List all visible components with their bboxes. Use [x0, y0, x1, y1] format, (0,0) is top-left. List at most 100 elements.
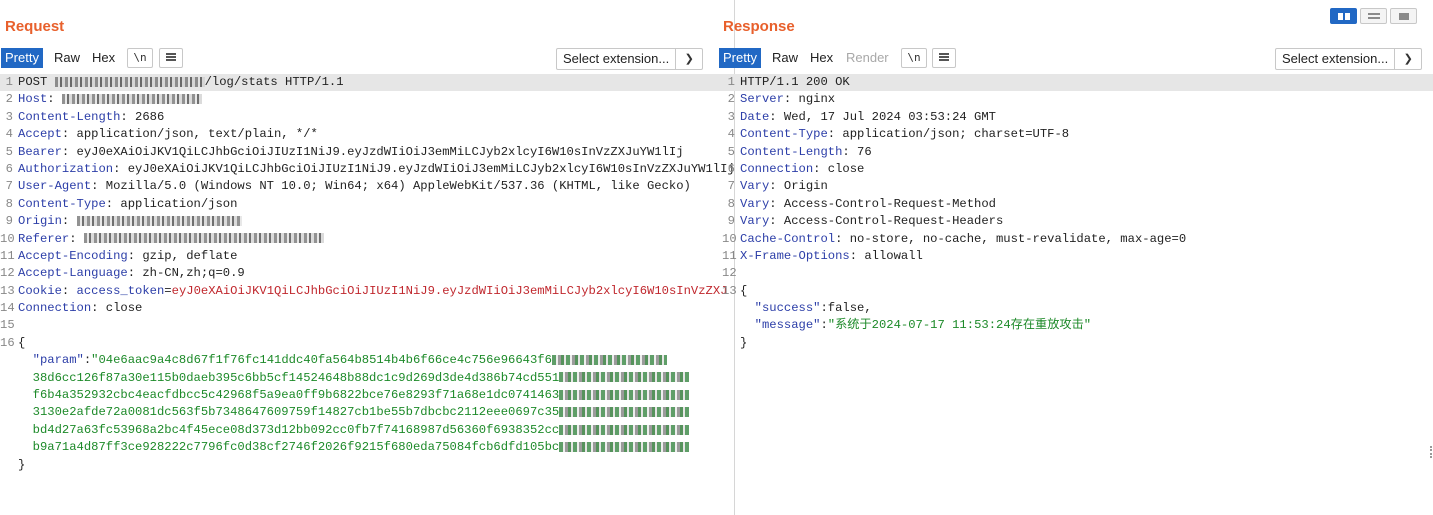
code-token: Host: [18, 92, 48, 107]
code-token: "param": [32, 353, 84, 368]
code-token: Bearer: [18, 144, 62, 159]
line-number: 13: [722, 283, 737, 298]
redacted-text: [559, 389, 690, 400]
code-token: 38d6cc126f87a30e115b0daeb395c6bb5cf14524…: [18, 370, 560, 385]
code-token: : Mozilla/5.0 (Windows NT 10.0; Win64; x…: [91, 179, 691, 194]
code-token: : Origin: [769, 179, 828, 194]
code-line: 5 Content-Length: 76: [722, 144, 1433, 161]
redacted-text: [76, 215, 242, 226]
line-number: 9: [727, 214, 735, 229]
line-number: 6: [727, 161, 735, 176]
line-number: 11: [0, 248, 15, 263]
code-token: {: [18, 335, 26, 350]
code-token: Vary: [740, 196, 770, 211]
code-line: 11 Accept-Encoding: gzip, deflate: [0, 248, 734, 265]
code-token: Connection: [740, 161, 814, 176]
line-number: 4: [727, 127, 735, 142]
response-pane: Response Pretty Raw Hex Render \n Select…: [719, 0, 1433, 515]
code-token: User-Agent: [18, 179, 92, 194]
request-pane: Request Pretty Raw Hex \n Select extensi…: [0, 0, 735, 515]
line-number: 8: [5, 196, 13, 211]
select-extension-label: Select extension...: [1276, 49, 1396, 69]
code-token: : application/json, text/plain, */*: [61, 127, 318, 142]
code-token: : 76: [842, 144, 872, 159]
tab-raw[interactable]: Raw: [50, 48, 84, 68]
code-line: b9a71a4d87ff3ce928222c7796fc0d38cf2746f2…: [0, 439, 734, 456]
code-line: 3 Content-Length: 2686: [0, 109, 734, 126]
resize-grip[interactable]: [1430, 446, 1432, 458]
split-horizontal-icon[interactable]: [1330, 8, 1357, 24]
redacted-text: [559, 372, 690, 383]
menu-button[interactable]: [932, 48, 956, 68]
code-token: Cache-Control: [740, 231, 836, 246]
response-editor[interactable]: 1 HTTP/1.1 200 OK 2 Server: nginx 3 Date: Wed…: [722, 74, 1433, 515]
request-editor[interactable]: 1 POST /log/stats HTTP/1.1 2 Host: 3 Content…: [0, 74, 734, 515]
line-number: 6: [5, 161, 13, 176]
line-number: 10: [0, 231, 15, 246]
code-token: Content-Type: [740, 127, 828, 142]
response-title: Response: [723, 18, 795, 35]
code-token: Accept-Language: [18, 266, 128, 281]
line-number: 15: [0, 318, 15, 333]
tab-pretty[interactable]: Pretty: [1, 48, 43, 68]
menu-icon: [939, 53, 949, 61]
redacted-text: [61, 94, 202, 105]
code-token: : no-store, no-cache, must-revalidate, m…: [835, 231, 1187, 246]
line-number: 9: [5, 214, 13, 229]
code-token: X-Frame-Options: [740, 248, 850, 263]
line-number: 14: [0, 301, 15, 316]
newline-toggle-button[interactable]: \n: [127, 48, 153, 68]
code-line: 38d6cc126f87a30e115b0daeb395c6bb5cf14524…: [0, 370, 734, 387]
code-line: 14 Connection: close: [0, 300, 734, 317]
code-token: Server: [740, 92, 784, 107]
code-token: b9a71a4d87ff3ce928222c7796fc0d38cf2746f2…: [18, 440, 560, 455]
code-token: Content-Type: [18, 196, 106, 211]
tab-raw[interactable]: Raw: [768, 48, 802, 68]
code-line: }: [722, 335, 1433, 352]
tab-hex[interactable]: Hex: [88, 48, 119, 68]
code-line: 12: [722, 265, 1433, 282]
line-number: 2: [727, 92, 735, 107]
code-line: 6 Connection: close: [722, 161, 1433, 178]
code-line: }: [0, 457, 734, 474]
code-token: :: [61, 214, 77, 229]
code-token: eyJ0eXAiOiJKV1QiLCJhbGciOiJIUzI1NiJ9.eyJ…: [171, 283, 728, 298]
newline-toggle-button[interactable]: \n: [901, 48, 927, 68]
select-extension-dropdown[interactable]: Select extension... ❯: [1275, 48, 1423, 70]
code-line: 12 Accept-Language: zh-CN,zh;q=0.9: [0, 265, 734, 282]
code-line: 7 Vary: Origin: [722, 178, 1433, 195]
code-line: 2 Host:: [0, 91, 734, 108]
code-token: :: [61, 283, 77, 298]
code-token: Referer: [18, 231, 70, 246]
menu-button[interactable]: [159, 48, 183, 68]
code-token: :: [47, 92, 62, 107]
code-line: 5 Bearer: eyJ0eXAiOiJKV1QiLCJhbGciOiJIUzI…: [0, 144, 734, 161]
code-token: : nginx: [783, 92, 836, 107]
request-title: Request: [5, 18, 65, 35]
layout-toggle-group: [1330, 8, 1417, 24]
select-extension-dropdown[interactable]: Select extension... ❯: [556, 48, 704, 70]
code-token: }: [740, 335, 748, 350]
response-toolbar: Pretty Raw Hex Render \n Select extensio…: [719, 46, 1433, 70]
line-number: 5: [727, 144, 735, 159]
line-number: 16: [0, 335, 15, 350]
code-line: 9 Vary: Access-Control-Request-Headers: [722, 213, 1433, 230]
code-line: 1 POST /log/stats HTTP/1.1: [0, 74, 734, 92]
split-vertical-icon[interactable]: [1360, 8, 1387, 24]
code-token: Accept-Encoding: [18, 248, 128, 263]
code-token: : application/json: [105, 196, 238, 211]
code-line: 4 Accept: application/json, text/plain, *…: [0, 126, 734, 143]
redacted-text: [559, 407, 690, 418]
tab-pretty[interactable]: Pretty: [719, 48, 761, 68]
line-number: 1: [727, 75, 735, 89]
tab-hex[interactable]: Hex: [806, 48, 837, 68]
code-token: Origin: [18, 214, 62, 229]
code-token: : application/json; charset=UTF-8: [827, 127, 1070, 142]
code-token: Date: [740, 109, 770, 124]
select-extension-label: Select extension...: [557, 49, 677, 69]
code-token: "message": [754, 318, 821, 333]
code-token: Content-Length: [18, 109, 121, 124]
tabs-layout-icon[interactable]: [1390, 8, 1417, 24]
code-line: f6b4a352932cbc4eacfdbcc5c42968f5a9ea0ff9…: [0, 387, 734, 404]
